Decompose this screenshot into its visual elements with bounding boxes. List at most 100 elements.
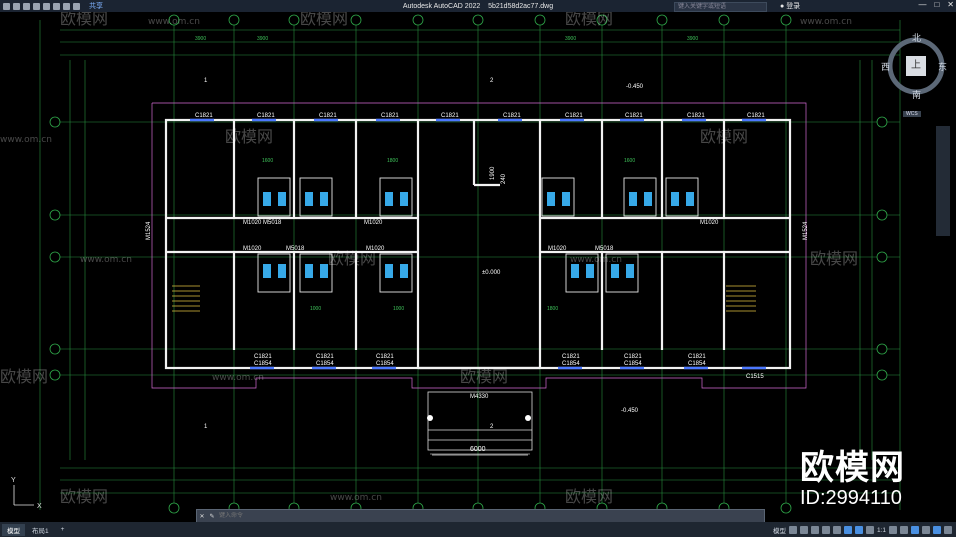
annoscale-label[interactable]: 1:1: [877, 527, 886, 534]
label-section-mark: 2: [490, 424, 494, 430]
label-dim-1000: 1000: [310, 306, 321, 312]
label-window-c1821: C1821: [747, 113, 765, 119]
entrance-column-left: [427, 415, 433, 421]
quick-access-toolbar: 共享: [0, 1, 103, 11]
watermark-url: www.om.cn: [800, 17, 852, 27]
osnap-icon[interactable]: [832, 526, 841, 534]
ucs-x-label: X: [37, 503, 42, 510]
viewcube-top-face[interactable]: 上: [906, 56, 926, 76]
polar-icon[interactable]: [821, 526, 830, 534]
plus-icon[interactable]: [900, 526, 908, 534]
label-window-c1854: C1854: [376, 361, 394, 367]
compass-north[interactable]: 北: [912, 31, 921, 44]
command-line[interactable]: ✕ ✎: [196, 509, 765, 523]
restore-icon[interactable]: □: [934, 0, 939, 9]
label-elevation-zero: ±0.000: [482, 270, 501, 276]
command-input[interactable]: [217, 512, 721, 520]
watermark-tile: 欧模网: [565, 487, 613, 506]
watermark-tile: 欧模网: [565, 12, 613, 28]
isolate-icon[interactable]: [911, 526, 919, 534]
label-dim-1800: 1800: [547, 306, 558, 312]
app-menu-icon[interactable]: [3, 2, 10, 10]
label-window-c1821: C1821: [625, 113, 643, 119]
redo-icon[interactable]: [73, 2, 80, 10]
compass-west[interactable]: 西: [881, 60, 890, 73]
label-door-m5018: M5018: [595, 246, 614, 252]
label-main-door: M4330: [470, 394, 489, 400]
label-dim-1000: 1000: [393, 306, 404, 312]
label-door-m1020: M1020: [364, 220, 383, 226]
label-door-m1020: M1020: [243, 246, 262, 252]
label-section-mark: 2: [490, 78, 494, 84]
label-elevation-bottom: -0.450: [621, 408, 639, 414]
tab-model[interactable]: 模型: [2, 523, 25, 536]
label-dim-1600: 1600: [262, 158, 273, 164]
workspace-gear-icon[interactable]: [889, 526, 897, 534]
label-dim-1800: 1800: [387, 158, 398, 164]
close-icon[interactable]: ✕: [947, 0, 954, 9]
save-icon[interactable]: [33, 2, 40, 10]
lineweight-icon[interactable]: [854, 526, 863, 534]
label-window-c1854: C1854: [562, 361, 580, 367]
watermark-tile: 欧模网: [225, 127, 273, 146]
wcs-menu[interactable]: WCS: [903, 111, 921, 117]
save-as-icon[interactable]: [43, 2, 50, 10]
tab-layout1[interactable]: 布局1: [27, 524, 54, 536]
label-window-c1821: C1821: [319, 113, 337, 119]
undo-icon[interactable]: [63, 2, 70, 10]
axis-bubbles: [49, 14, 888, 514]
label-door-m1524: M1524: [803, 221, 809, 240]
snap-icon[interactable]: [799, 526, 808, 534]
clean-screen-icon[interactable]: [933, 526, 941, 534]
label-window-c1821: C1821: [195, 113, 213, 119]
watermark-url: www.om.cn: [148, 17, 200, 27]
grid-icon[interactable]: [788, 526, 797, 534]
label-window-c1821: C1821: [562, 354, 580, 360]
watermark-tile: 欧模网: [328, 249, 376, 268]
compass-east[interactable]: 东: [938, 60, 947, 73]
label-window-c1821: C1821: [687, 113, 705, 119]
navigation-bar[interactable]: [936, 126, 950, 236]
label-window-c1854: C1854: [316, 361, 334, 367]
ortho-icon[interactable]: [810, 526, 819, 534]
status-toggles: 模型 1:1: [773, 525, 952, 535]
viewcube[interactable]: 北 南 西 东 上: [878, 30, 950, 102]
label-window-c1821: C1821: [624, 354, 642, 360]
login-button[interactable]: ● 登录: [780, 1, 800, 11]
annotation-icon[interactable]: [865, 526, 874, 534]
label-window-c1821: C1821: [257, 113, 275, 119]
customize-icon[interactable]: ✎: [207, 513, 217, 520]
watermark-tile: 欧模网: [700, 127, 748, 146]
ucs-y-label: Y: [11, 477, 16, 484]
add-layout-button[interactable]: +: [56, 525, 70, 534]
app-title: Autodesk AutoCAD 2022: [402, 2, 481, 10]
label-window-c1515: C1515: [746, 374, 764, 380]
watermark-brand: 欧模网: [800, 449, 905, 487]
otrack-icon[interactable]: [843, 526, 852, 534]
watermark-id: ID:2994110: [800, 487, 902, 509]
share-button[interactable]: 共享: [89, 1, 103, 11]
label-dim-3900: 3900: [565, 36, 576, 42]
label-window-c1821: C1821: [503, 113, 521, 119]
entrance-column-right: [525, 415, 531, 421]
compass-south[interactable]: 南: [912, 88, 921, 101]
model-space-label[interactable]: 模型: [773, 525, 786, 535]
label-entrance-width: 6000: [470, 446, 486, 453]
close-command-line-icon[interactable]: ✕: [197, 513, 207, 520]
watermark-url: www.om.cn: [212, 373, 264, 383]
window-title: Autodesk AutoCAD 2022 5b21d58d2ac77.dwg: [0, 3, 956, 10]
open-file-icon[interactable]: [23, 2, 30, 10]
label-section-mark: 1: [204, 424, 208, 430]
customize-menu-icon[interactable]: [944, 526, 952, 534]
label-window-c1821: C1821: [688, 354, 706, 360]
label-dim-240: 240: [501, 173, 507, 184]
watermark-url: www.om.cn: [570, 255, 622, 265]
print-icon[interactable]: [53, 2, 60, 10]
watermark: 欧模网 ID:2994110: [800, 440, 905, 510]
new-file-icon[interactable]: [13, 2, 20, 10]
file-name: 5b21d58d2ac77.dwg: [488, 2, 554, 10]
minimize-icon[interactable]: —: [918, 0, 926, 9]
watermark-url: www.om.cn: [0, 135, 52, 145]
hardware-accel-icon[interactable]: [922, 526, 930, 534]
search-input[interactable]: 键入关键字或短语: [674, 2, 767, 12]
